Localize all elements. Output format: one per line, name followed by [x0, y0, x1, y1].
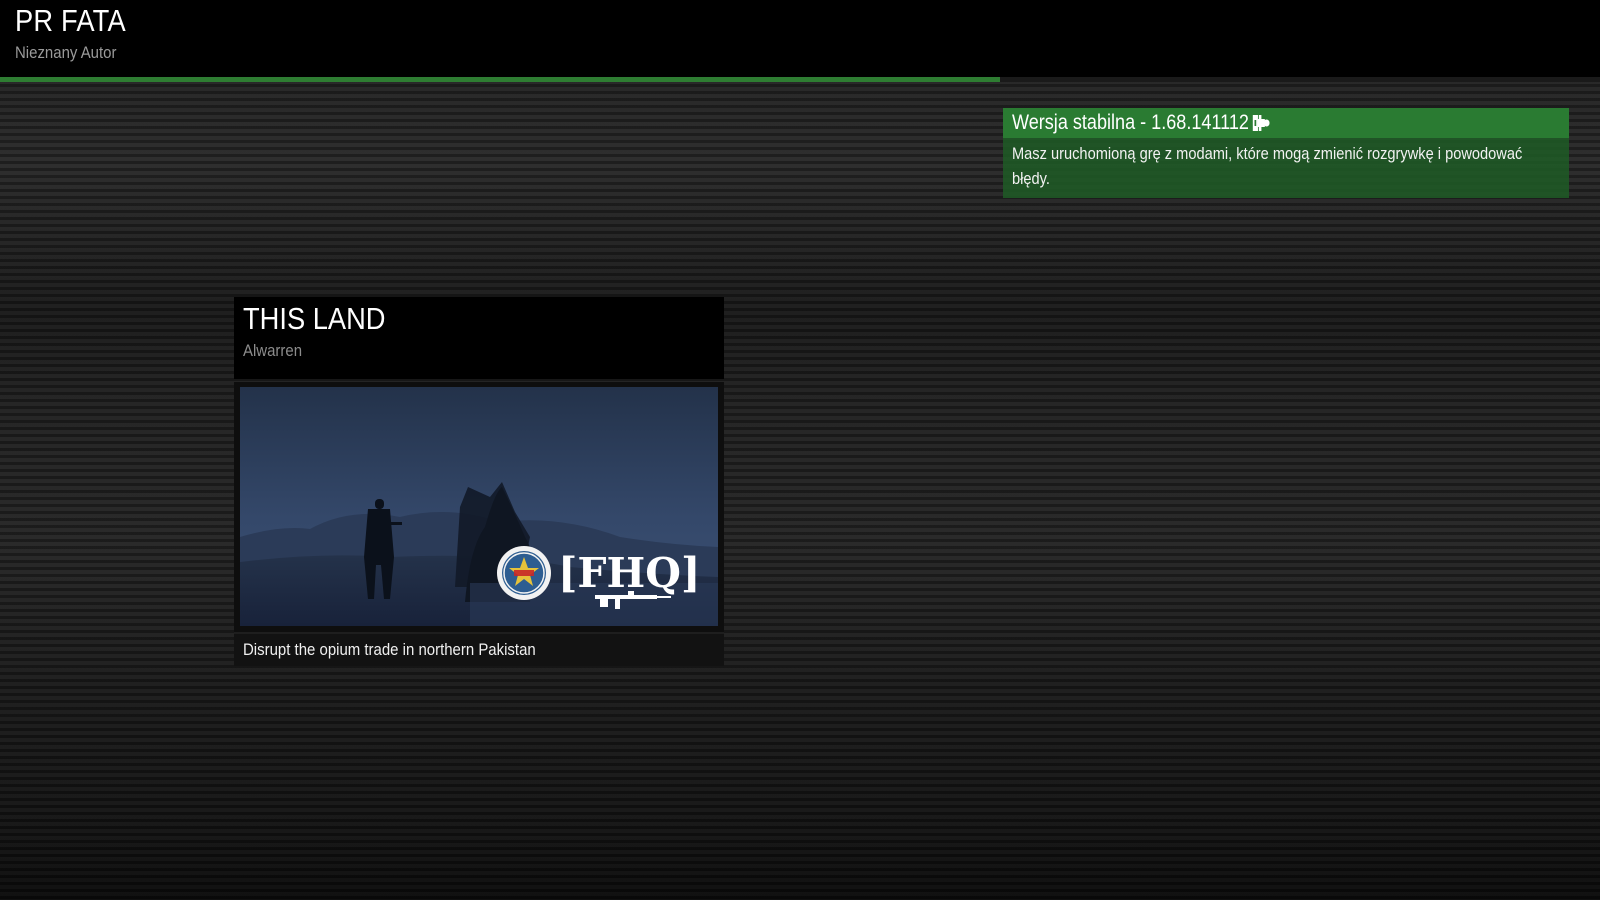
- version-label: Wersja stabilna - 1.68.141112: [1012, 111, 1249, 134]
- version-message-text: Masz uruchomioną grę z modami, które mog…: [1012, 144, 1523, 188]
- loading-progress-bar: [0, 77, 1600, 82]
- version-header: Wersja stabilna - 1.68.141112: [1003, 108, 1569, 138]
- header-bar: PR FATA Nieznany Autor: [0, 0, 1600, 82]
- image-watermark-text: [FHQ]: [558, 549, 700, 597]
- scenario-description: Disrupt the opium trade in northern Paki…: [234, 632, 724, 666]
- puzzle-icon: [1252, 115, 1270, 131]
- scenario-card: THIS LAND Alwarren [FHQ] Disrupt the opi…: [234, 297, 724, 666]
- mission-title: PR FATA: [15, 3, 126, 38]
- scenario-title: THIS LAND: [243, 301, 386, 336]
- seal-icon: [497, 546, 551, 600]
- version-notice: Wersja stabilna - 1.68.141112 Masz uruch…: [1003, 108, 1569, 198]
- mission-author: Nieznany Autor: [15, 43, 117, 62]
- loading-progress-fill: [0, 77, 1000, 82]
- scenario-image-frame: [FHQ]: [234, 382, 724, 632]
- version-message: Masz uruchomioną grę z modami, które mog…: [1003, 138, 1569, 198]
- scenario-header: THIS LAND Alwarren: [234, 297, 724, 379]
- mission-screen: PR FATA Nieznany Autor Wersja stabilna -…: [0, 0, 1600, 900]
- scenario-author: Alwarren: [243, 341, 303, 360]
- scenario-description-text: Disrupt the opium trade in northern Paki…: [243, 640, 536, 659]
- scenario-preview-image: [FHQ]: [240, 387, 718, 626]
